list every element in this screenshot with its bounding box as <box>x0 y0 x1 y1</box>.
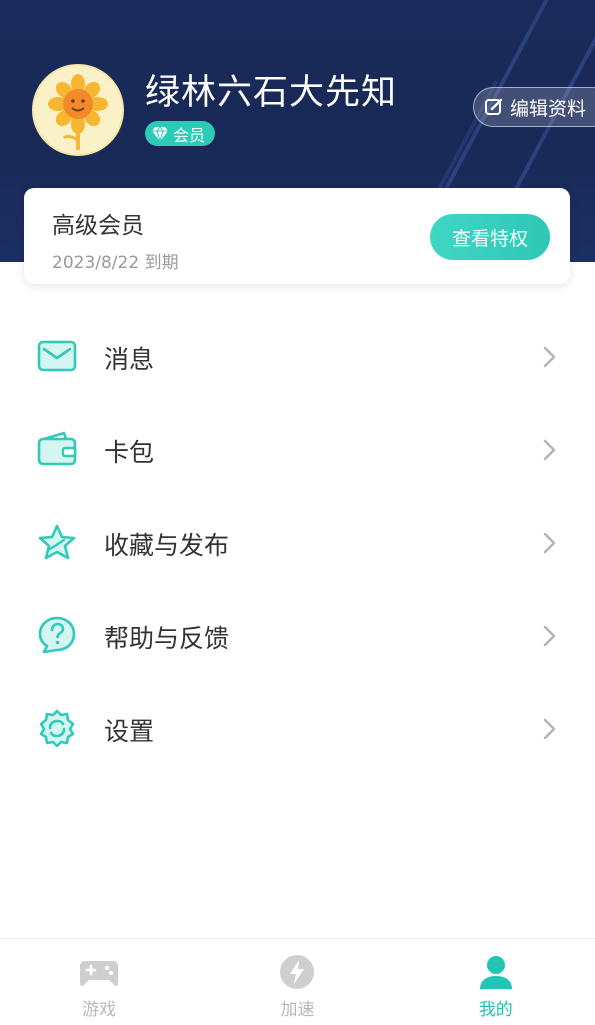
diamond-icon <box>152 125 168 142</box>
menu-item-label: 收藏与发布 <box>104 531 230 560</box>
tab-label: 加速 <box>280 1000 315 1020</box>
tab-label: 游戏 <box>82 1000 117 1020</box>
edit-profile-button[interactable]: 编辑资料 <box>473 87 595 127</box>
edit-profile-label: 编辑资料 <box>510 97 587 120</box>
tab-accelerate[interactable]: 加速 <box>198 939 396 1025</box>
tab-label: 我的 <box>478 1000 513 1020</box>
wallet-icon <box>37 431 77 466</box>
tab-mine[interactable]: 我的 <box>397 939 595 1025</box>
view-privileges-button[interactable]: 查看特权 <box>430 214 550 260</box>
avatar[interactable] <box>32 64 124 156</box>
person-icon <box>479 956 512 989</box>
envelope-icon <box>37 340 77 372</box>
menu-item-label: 消息 <box>104 345 155 374</box>
username: 绿林六石大先知 <box>145 73 398 113</box>
menu-item-label: 卡包 <box>104 438 155 467</box>
membership-title: 高级会员 <box>52 213 144 239</box>
lightning-icon <box>280 955 315 989</box>
menu-item-help[interactable]: 帮助与反馈 <box>0 589 595 682</box>
tab-games[interactable]: 游戏 <box>0 939 198 1025</box>
membership-card: 高级会员 2023/8/22 到期 查看特权 <box>24 188 570 284</box>
gamepad-icon <box>80 961 119 987</box>
menu-item-settings[interactable]: 设置 <box>0 682 595 775</box>
vip-badge-label: 会员 <box>173 125 206 145</box>
sunflower-avatar-icon <box>48 74 108 150</box>
vip-badge: 会员 <box>145 121 216 146</box>
help-icon <box>38 616 76 654</box>
menu-list: 消息 卡包 收藏与发布 帮助与反馈 设置 <box>0 310 595 775</box>
membership-expire-date: 2023/8/22 到期 <box>52 253 179 273</box>
menu-item-label: 设置 <box>104 717 155 746</box>
menu-item-wallet[interactable]: 卡包 <box>0 403 595 496</box>
chevron-right-icon <box>543 625 556 647</box>
menu-item-label: 帮助与反馈 <box>104 624 230 653</box>
chevron-right-icon <box>543 346 556 368</box>
chevron-right-icon <box>543 532 556 554</box>
star-icon <box>38 524 76 560</box>
gear-icon <box>39 709 75 747</box>
edit-icon <box>485 98 503 115</box>
chevron-right-icon <box>543 439 556 461</box>
menu-item-messages[interactable]: 消息 <box>0 310 595 403</box>
menu-item-favorites[interactable]: 收藏与发布 <box>0 496 595 589</box>
chevron-right-icon <box>543 718 556 740</box>
bottom-tab-bar: 游戏 加速 我的 <box>0 938 595 1025</box>
